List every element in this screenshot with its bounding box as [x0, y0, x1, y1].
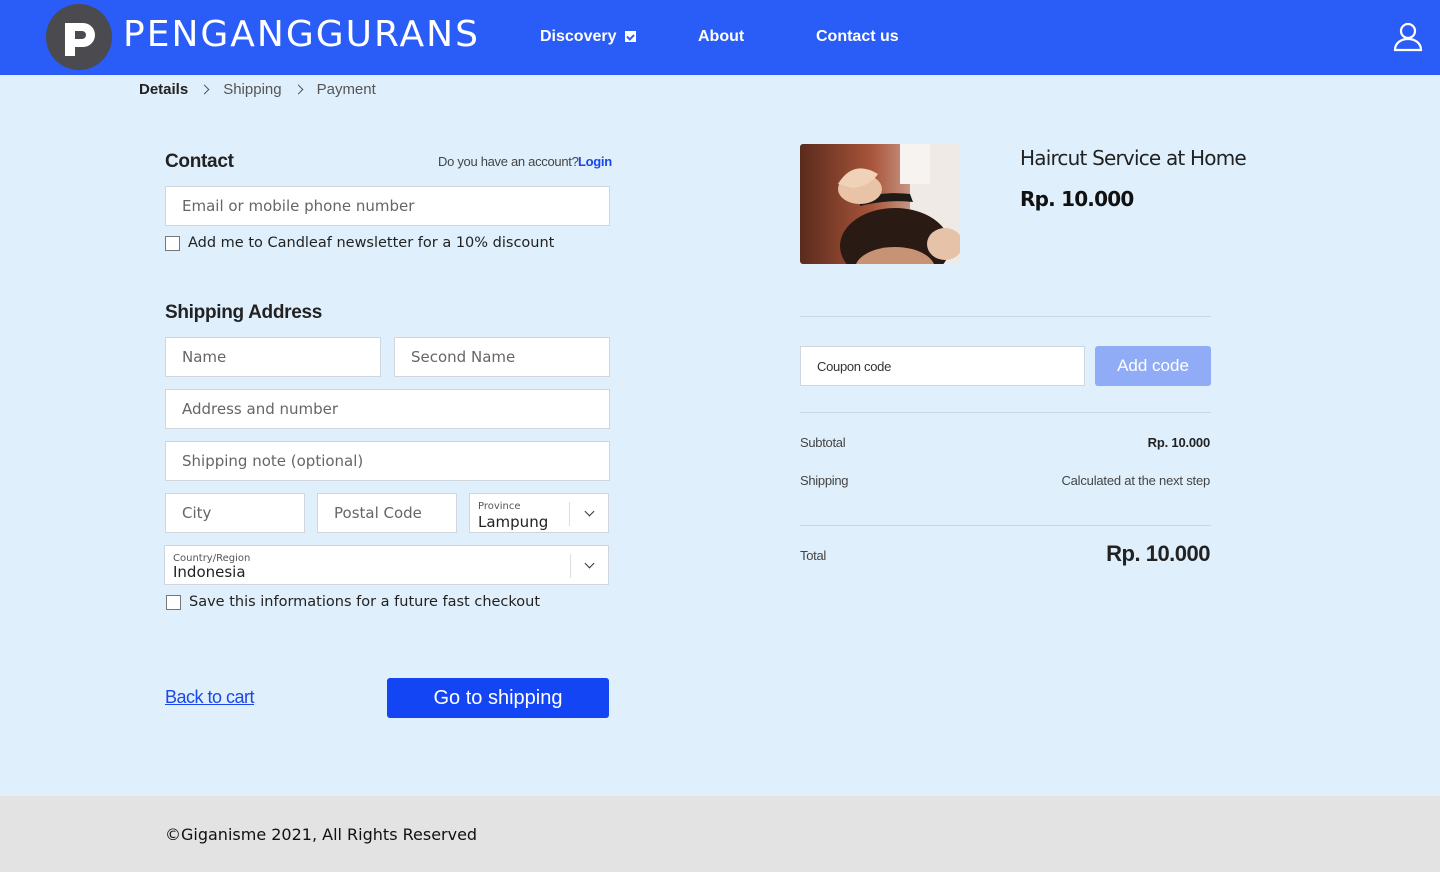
top-navbar: PENGANGGURANS Discovery About Contact us	[0, 0, 1440, 75]
account-question: Do you have an account?	[438, 154, 579, 169]
email-input[interactable]	[182, 187, 609, 225]
subtotal-value: Rp. 10.000	[1147, 435, 1211, 450]
save-info-label: Save this informations for a future fast…	[189, 594, 541, 610]
divider	[800, 316, 1211, 317]
divider	[800, 412, 1211, 413]
back-to-cart-link[interactable]: Back to cart	[165, 687, 255, 708]
user-icon[interactable]	[1392, 22, 1424, 52]
name-input[interactable]	[182, 338, 380, 376]
product-name: Haircut Service at Home	[1020, 146, 1247, 170]
save-info-checkbox[interactable]	[166, 594, 181, 610]
nav-contact-us[interactable]: Contact us	[816, 28, 899, 46]
postal-code-field[interactable]	[317, 493, 457, 533]
country-select[interactable]: Country/Region Indonesia	[164, 545, 609, 585]
coupon-input[interactable]	[817, 347, 1084, 385]
login-link[interactable]: Login	[578, 154, 612, 169]
newsletter-checkbox-row[interactable]: Add me to Candleaf newsletter for a 10% …	[165, 235, 554, 251]
logo-icon[interactable]	[46, 4, 112, 70]
breadcrumb: Details Shipping Payment	[139, 81, 376, 98]
product-image	[800, 144, 960, 264]
chevron-right-icon	[293, 84, 304, 95]
newsletter-label: Add me to Candleaf newsletter for a 10% …	[188, 235, 555, 251]
coupon-field[interactable]	[800, 346, 1085, 386]
city-input[interactable]	[182, 494, 304, 532]
subtotal-label: Subtotal	[800, 435, 846, 450]
chevron-down-icon	[584, 558, 595, 569]
province-label: Province	[478, 501, 521, 512]
shipping-value: Calculated at the next step	[1061, 473, 1210, 488]
shipping-address-title: Shipping Address	[165, 302, 323, 323]
postal-code-input[interactable]	[334, 494, 456, 532]
go-to-shipping-button[interactable]: Go to shipping	[387, 678, 609, 718]
copyright-text: ©Giganisme 2021, All Rights Reserved	[165, 825, 478, 844]
dropdown-icon	[624, 31, 636, 42]
address-field[interactable]	[165, 389, 610, 429]
province-value: Lampung	[478, 513, 549, 531]
select-divider	[569, 502, 570, 526]
second-name-field[interactable]	[394, 337, 610, 377]
email-field[interactable]	[165, 186, 610, 226]
city-field[interactable]	[165, 493, 305, 533]
product-price: Rp. 10.000	[1020, 187, 1134, 211]
breadcrumb-details[interactable]: Details	[139, 81, 188, 98]
nav-discovery-label: Discovery	[540, 28, 617, 45]
province-select[interactable]: Province Lampung	[469, 493, 609, 533]
shipping-note-input[interactable]	[182, 442, 609, 480]
nav-about[interactable]: About	[698, 28, 744, 46]
newsletter-checkbox[interactable]	[165, 235, 180, 251]
name-field[interactable]	[165, 337, 381, 377]
shipping-note-field[interactable]	[165, 441, 610, 481]
select-divider	[570, 554, 571, 578]
add-code-button[interactable]: Add code	[1095, 346, 1211, 386]
footer: ©Giganisme 2021, All Rights Reserved	[0, 796, 1440, 872]
nav-discovery[interactable]: Discovery	[540, 28, 636, 46]
country-value: Indonesia	[173, 563, 246, 581]
address-input[interactable]	[182, 390, 609, 428]
chevron-right-icon	[199, 84, 210, 95]
total-value: Rp. 10.000	[1106, 541, 1210, 566]
breadcrumb-shipping[interactable]: Shipping	[223, 81, 281, 98]
brand-name[interactable]: PENGANGGURANS	[123, 14, 480, 55]
chevron-down-icon	[584, 506, 595, 517]
total-label: Total	[800, 548, 826, 563]
second-name-input[interactable]	[411, 338, 609, 376]
contact-title: Contact	[165, 151, 234, 172]
save-info-checkbox-row[interactable]: Save this informations for a future fast…	[166, 594, 540, 610]
divider	[800, 525, 1211, 526]
shipping-label: Shipping	[800, 473, 849, 488]
breadcrumb-payment[interactable]: Payment	[317, 81, 376, 98]
